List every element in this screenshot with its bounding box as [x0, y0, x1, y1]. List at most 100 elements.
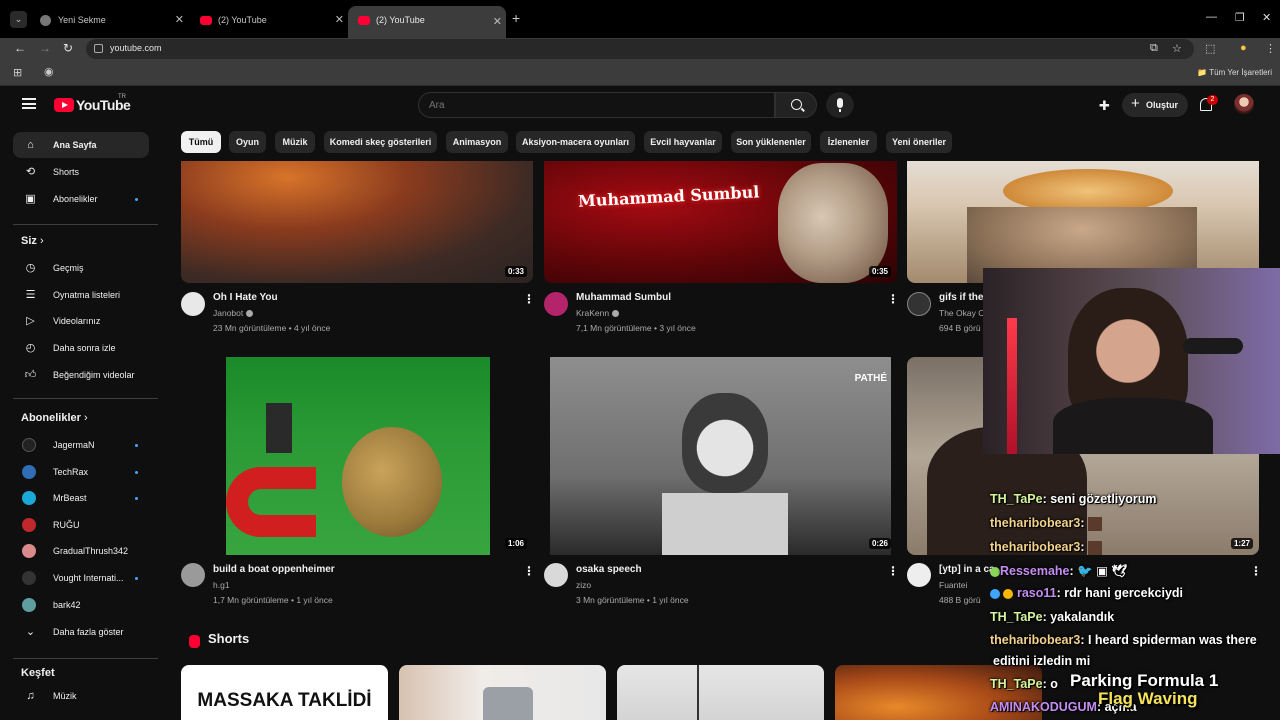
- cast-icon[interactable]: ✚: [1099, 98, 1113, 113]
- tab-youtube-1[interactable]: (2) YouTube ✕: [190, 8, 348, 32]
- more-options-icon[interactable]: ⋮: [887, 564, 899, 578]
- overlay-title-line2: Flag Waving: [1098, 689, 1198, 708]
- channel-name[interactable]: h.g1: [213, 580, 230, 590]
- back-icon[interactable]: ←: [14, 41, 26, 55]
- tab-new-tab[interactable]: Yeni Sekme ✕: [30, 8, 188, 32]
- menu-icon[interactable]: [22, 98, 36, 109]
- reload-icon[interactable]: ↻: [63, 41, 73, 55]
- chip-gaming[interactable]: Oyun: [229, 131, 266, 153]
- bookmark-star-icon[interactable]: ☆: [1172, 42, 1182, 55]
- video-thumbnail[interactable]: Muhammad Sumbul 0:35: [544, 161, 897, 283]
- video-thumbnail[interactable]: PATHÉ 0:26: [544, 357, 897, 555]
- tab-title: (2) YouTube: [376, 15, 425, 25]
- search-box[interactable]: [418, 92, 775, 118]
- channel-name[interactable]: Fuantei: [939, 580, 967, 590]
- tab-search-icon[interactable]: ⌄: [10, 11, 27, 28]
- chat-message: theharibobear3:: [990, 540, 1102, 555]
- sidebar-sub-jagerman[interactable]: JagermaN: [13, 432, 149, 458]
- channel-avatar[interactable]: [544, 292, 568, 316]
- video-thumbnail[interactable]: 1:06: [181, 357, 533, 555]
- forward-icon[interactable]: →: [39, 41, 51, 55]
- channel-avatar[interactable]: [544, 563, 568, 587]
- video-title[interactable]: build a boat oppenheimer: [213, 564, 513, 575]
- video-title[interactable]: Muhammad Sumbul: [576, 292, 876, 303]
- omnibox[interactable]: youtube.com: [86, 39, 1194, 59]
- apps-icon[interactable]: ⊞: [13, 66, 22, 79]
- chat-message: TH_TaPe: yakalandık: [990, 610, 1115, 624]
- chip-music[interactable]: Müzik: [275, 131, 315, 153]
- chip-action-adventure[interactable]: Aksiyon-macera oyunları: [516, 131, 635, 153]
- sidebar-sub-rugu[interactable]: RUĞU: [13, 512, 149, 538]
- sidebar-show-more[interactable]: ⌄ Daha fazla göster: [13, 619, 149, 645]
- search-input[interactable]: [419, 93, 759, 117]
- chip-new-to-you[interactable]: Yeni öneriler: [886, 131, 952, 153]
- close-tab-icon[interactable]: ✕: [335, 8, 344, 32]
- sidebar-sub-gradualthrush[interactable]: GradualThrush342: [13, 538, 149, 564]
- sidebar-item-music[interactable]: ♫ Müzik: [13, 683, 149, 709]
- youtube-logo-icon[interactable]: [54, 98, 74, 112]
- bookmark-globe-icon[interactable]: ◉: [44, 65, 54, 78]
- sidebar-item-your-videos[interactable]: ▷ Videolarınız: [13, 308, 149, 334]
- video-title[interactable]: osaka speech: [576, 564, 876, 575]
- new-tab-icon[interactable]: +: [512, 10, 520, 26]
- site-info-icon[interactable]: [94, 44, 103, 53]
- sidebar-item-history[interactable]: ◷ Geçmiş: [13, 255, 149, 281]
- chevron-down-icon: ⌄: [25, 626, 36, 638]
- extensions-icon[interactable]: ⬚: [1205, 42, 1215, 55]
- create-button[interactable]: Oluştur: [1122, 92, 1188, 117]
- chip-watched[interactable]: İzlenenler: [820, 131, 877, 153]
- divider: [13, 224, 158, 225]
- chip-animation[interactable]: Animasyon: [446, 131, 508, 153]
- profile-icon[interactable]: ●: [1240, 42, 1247, 54]
- minimize-icon[interactable]: —: [1206, 11, 1217, 23]
- channel-name[interactable]: The Okay C: [939, 308, 983, 318]
- channel-avatar[interactable]: [181, 292, 205, 316]
- sidebar-item-shorts[interactable]: ⟲ Shorts: [13, 159, 149, 185]
- maximize-icon[interactable]: ❐: [1235, 11, 1245, 24]
- video-title[interactable]: Oh I Hate You: [213, 292, 513, 303]
- short-card[interactable]: [399, 665, 606, 720]
- channel-avatar[interactable]: [907, 563, 931, 587]
- divider: [13, 658, 158, 659]
- video-thumbnail[interactable]: [907, 161, 1259, 283]
- more-options-icon[interactable]: ⋮: [523, 564, 535, 578]
- anime-scene: PATHÉ: [550, 357, 891, 555]
- sidebar-item-liked-videos[interactable]: 👍︎ Beğendiğim videolar: [13, 362, 149, 388]
- chip-all[interactable]: Tümü: [181, 131, 221, 153]
- sidebar-sub-vought[interactable]: Vought Internati...: [13, 565, 149, 591]
- short-card[interactable]: [617, 665, 824, 720]
- chip-comedy[interactable]: Komedi skeç gösterileri: [324, 131, 437, 153]
- channel-avatar[interactable]: [181, 563, 205, 587]
- browser-menu-icon[interactable]: ⋮: [1265, 42, 1276, 55]
- install-app-icon[interactable]: ⧉: [1150, 42, 1158, 55]
- chip-pets[interactable]: Evcil hayvanlar: [644, 131, 722, 153]
- channel-avatar[interactable]: [907, 292, 931, 316]
- voice-search-icon[interactable]: [826, 92, 854, 118]
- sidebar-item-subscriptions[interactable]: ▣ Abonelikler: [13, 186, 149, 212]
- sidebar-sub-techrax[interactable]: TechRax: [13, 459, 149, 485]
- avatar[interactable]: [1234, 94, 1254, 114]
- sidebar-item-playlists[interactable]: ☰ Oynatma listeleri: [13, 282, 149, 308]
- sidebar-item-watch-later[interactable]: ◴ Daha sonra izle: [13, 335, 149, 361]
- more-options-icon[interactable]: ⋮: [523, 292, 535, 306]
- close-tab-icon[interactable]: ✕: [493, 8, 502, 36]
- chip-recently-uploaded[interactable]: Son yüklenenler: [731, 131, 811, 153]
- close-window-icon[interactable]: ✕: [1262, 11, 1271, 24]
- sidebar-sub-mrbeast[interactable]: MrBeast: [13, 485, 149, 511]
- close-tab-icon[interactable]: ✕: [175, 8, 184, 32]
- search-button[interactable]: [775, 92, 817, 118]
- channel-name[interactable]: KraKenn: [576, 308, 620, 318]
- subscriptions-header[interactable]: Abonelikler ›: [21, 412, 88, 424]
- tab-youtube-2[interactable]: (2) YouTube ✕: [348, 6, 506, 38]
- channel-name[interactable]: zizo: [576, 580, 591, 590]
- video-title[interactable]: gifs if the: [939, 292, 983, 303]
- video-thumbnail[interactable]: 0:33: [181, 161, 533, 283]
- sidebar-item-home[interactable]: ⌂ Ana Sayfa: [13, 132, 149, 158]
- all-bookmarks[interactable]: 📁 Tüm Yer İşaretleri: [1197, 68, 1272, 77]
- channel-name[interactable]: Janobot: [213, 308, 254, 318]
- game-scene: [226, 357, 490, 555]
- more-options-icon[interactable]: ⋮: [887, 292, 899, 306]
- you-header[interactable]: Siz ›: [21, 235, 44, 247]
- sidebar-sub-bark42[interactable]: bark42: [13, 592, 149, 618]
- short-card[interactable]: MASSAKA TAKLİDİ: [181, 665, 388, 720]
